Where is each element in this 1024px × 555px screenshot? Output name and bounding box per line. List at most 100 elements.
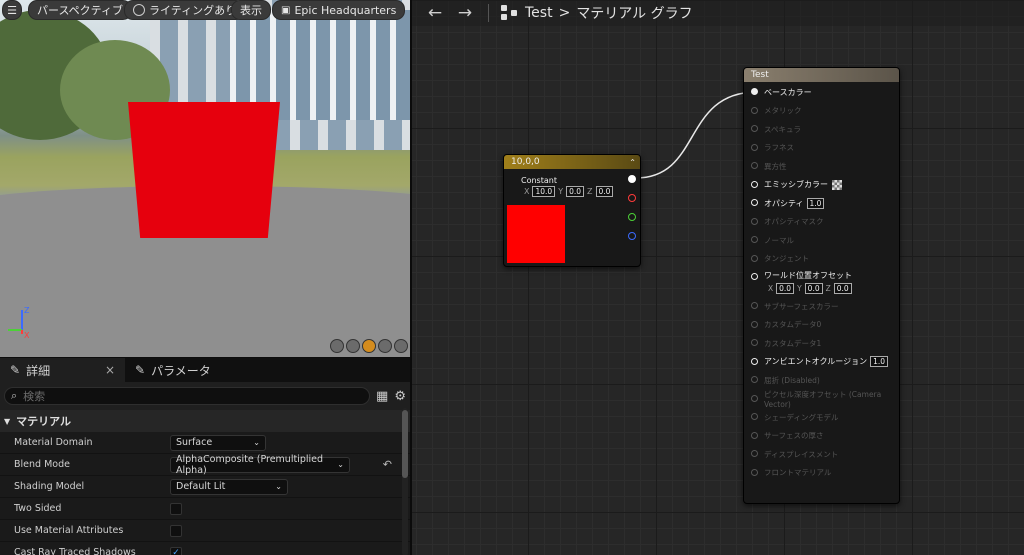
material-graph-canvas[interactable]: ← → Test > マテリアル グラフ 10,0,0 ⌃ Constant X… xyxy=(412,0,1024,555)
property-checkbox[interactable] xyxy=(170,502,182,515)
input-pin-icon[interactable] xyxy=(751,254,758,262)
input-pin-row[interactable]: カスタムデータ1 xyxy=(744,334,899,353)
combo-value: Surface xyxy=(176,437,213,448)
input-pin-icon[interactable] xyxy=(751,394,758,402)
input-pin-row[interactable]: オパシティ 1.0 xyxy=(744,194,899,213)
node-header[interactable]: Test xyxy=(744,68,899,82)
input-pin-row[interactable]: サブサーフェスカラー xyxy=(744,297,899,316)
input-pin-icon[interactable] xyxy=(751,302,758,309)
output-pin-channel[interactable] xyxy=(628,213,636,221)
pin-x-input[interactable]: 0.0 xyxy=(776,283,795,294)
property-combo[interactable]: AlphaComposite (Premultiplied Alpha) ⌄ xyxy=(170,454,350,476)
details-scrollbar[interactable] xyxy=(402,408,408,555)
pin-value-input[interactable]: 1.0 xyxy=(870,356,889,368)
gear-icon[interactable]: ⚙ xyxy=(394,389,406,404)
input-pin-row[interactable]: 屈折 (Disabled) xyxy=(744,371,899,390)
input-pin-icon[interactable] xyxy=(751,199,758,206)
cube-shape-button[interactable] xyxy=(378,339,392,353)
input-pin-icon[interactable] xyxy=(751,320,758,328)
input-pin-icon[interactable] xyxy=(751,143,758,151)
output-pin-channel[interactable] xyxy=(628,194,636,202)
input-pin-row[interactable]: エミッシブカラー xyxy=(744,176,899,195)
input-pin-icon[interactable] xyxy=(751,431,758,439)
breadcrumb-root[interactable]: Test xyxy=(525,5,553,21)
close-icon[interactable]: × xyxy=(105,363,115,377)
input-pin-row[interactable]: ピクセル深度オフセット (Camera Vector) xyxy=(744,390,899,409)
constant-x-input[interactable]: 10.0 xyxy=(532,186,556,197)
input-pin-icon[interactable] xyxy=(751,180,758,188)
tab-parameters-label: パラメータ xyxy=(151,363,211,378)
constant-z-input[interactable]: 0.0 xyxy=(595,186,614,197)
preview-shape-toolbar xyxy=(330,339,408,353)
pin-y-input[interactable]: 0.0 xyxy=(804,283,823,294)
cylinder-shape-button[interactable] xyxy=(330,339,344,353)
property-combo[interactable]: Default Lit ⌄ xyxy=(170,478,288,495)
input-pin-row[interactable]: スペキュラ xyxy=(744,120,899,139)
hamburger-icon: ☰ xyxy=(7,3,17,17)
node-title: Test xyxy=(751,70,769,80)
forward-arrow-icon[interactable]: → xyxy=(454,3,476,23)
input-pin-icon[interactable] xyxy=(751,450,758,457)
input-pin-row[interactable]: サーフェスの厚さ xyxy=(744,427,899,446)
constant-y-input[interactable]: 0.0 xyxy=(566,186,585,197)
input-pin-row[interactable]: ラフネス xyxy=(744,139,899,158)
material-section-header[interactable]: ▼ マテリアル xyxy=(0,410,410,432)
input-pin-row[interactable]: オパシティマスク xyxy=(744,213,899,232)
input-pin-row[interactable]: ディスプレイスメント xyxy=(744,445,899,464)
input-pin-row[interactable]: シェーディングモデル xyxy=(744,408,899,427)
sphere-shape-button[interactable] xyxy=(346,339,360,353)
lighting-button[interactable]: ライティングあり xyxy=(124,0,246,20)
details-search-input[interactable]: ⌕ 検索 xyxy=(4,387,371,405)
input-pin-row[interactable]: メタリック xyxy=(744,102,899,121)
collapse-icon[interactable]: ⌃ xyxy=(629,158,636,167)
input-pin-row[interactable]: カスタムデータ0 xyxy=(744,316,899,335)
pin-value-input[interactable]: 1.0 xyxy=(806,197,825,209)
input-pin-icon[interactable] xyxy=(751,217,758,225)
input-pin-icon[interactable] xyxy=(751,468,758,476)
plane-shape-button[interactable] xyxy=(362,339,376,353)
input-pin-icon[interactable] xyxy=(751,236,758,243)
environment-icon: ▣ xyxy=(281,4,291,16)
input-pin-icon[interactable] xyxy=(751,273,758,280)
teapot-shape-button[interactable] xyxy=(394,339,408,353)
pin-label: サブサーフェスカラー xyxy=(764,301,839,311)
input-pin-row[interactable]: ワールド位置オフセット X 0.0 Y 0.0 Z 0.0 xyxy=(744,268,899,297)
material-preview-viewport[interactable]: ☰ パースペクティブ ライティングあり 表示 ▣ Epic Headquarte… xyxy=(0,0,410,357)
input-pin-icon[interactable] xyxy=(751,88,758,95)
tab-details[interactable]: ✎ 詳細 × xyxy=(0,358,125,382)
input-pin-row[interactable]: タンジェント xyxy=(744,250,899,269)
output-pin-rgb[interactable] xyxy=(628,175,636,183)
input-pin-icon[interactable] xyxy=(751,339,758,346)
constant-vector-node[interactable]: 10,0,0 ⌃ Constant X 10.0 Y 0.0 Z 0.0 xyxy=(503,154,641,267)
input-pin-icon[interactable] xyxy=(751,125,758,132)
back-arrow-icon[interactable]: ← xyxy=(424,3,446,23)
input-pin-icon[interactable] xyxy=(751,162,758,169)
property-row: Cast Ray Traced Shadows ✓ xyxy=(0,542,410,555)
input-pin-row[interactable]: アンビエントオクルージョン 1.0 xyxy=(744,353,899,372)
environment-button[interactable]: ▣ Epic Headquarters xyxy=(272,0,406,20)
property-checkbox[interactable]: ✓ xyxy=(170,546,182,555)
input-pin-row[interactable]: フロントマテリアル xyxy=(744,464,899,483)
perspective-button[interactable]: パースペクティブ xyxy=(28,0,133,20)
input-pin-icon[interactable] xyxy=(751,376,758,383)
chevron-down-icon: ⌄ xyxy=(337,460,344,469)
table-view-icon[interactable]: ▦ xyxy=(376,389,388,404)
input-pin-row[interactable]: 異方性 xyxy=(744,157,899,176)
input-pin-icon[interactable] xyxy=(751,413,758,420)
property-checkbox[interactable] xyxy=(170,524,182,537)
material-result-node[interactable]: Test ベースカラー メタリック スペキュラ ラフネス 異方性 エミッシブカラ… xyxy=(743,67,900,504)
input-pin-icon[interactable] xyxy=(751,357,758,365)
reset-arrow-icon[interactable]: ↶ xyxy=(383,458,392,471)
property-row: Blend Mode AlphaComposite (Premultiplied… xyxy=(0,454,410,476)
pencil-icon: ✎ xyxy=(10,363,21,377)
output-pin-channel[interactable] xyxy=(628,232,636,240)
pin-z-input[interactable]: 0.0 xyxy=(833,283,852,294)
input-pin-icon[interactable] xyxy=(751,106,758,114)
viewport-menu-button[interactable]: ☰ xyxy=(2,0,22,20)
node-header[interactable]: 10,0,0 ⌃ xyxy=(504,155,640,169)
input-pin-row[interactable]: ノーマル xyxy=(744,231,899,250)
input-pin-row[interactable]: ベースカラー xyxy=(744,83,899,102)
show-button[interactable]: 表示 xyxy=(231,0,271,20)
property-combo[interactable]: Surface ⌄ xyxy=(170,434,266,451)
tab-parameters[interactable]: ✎ パラメータ xyxy=(125,358,221,382)
